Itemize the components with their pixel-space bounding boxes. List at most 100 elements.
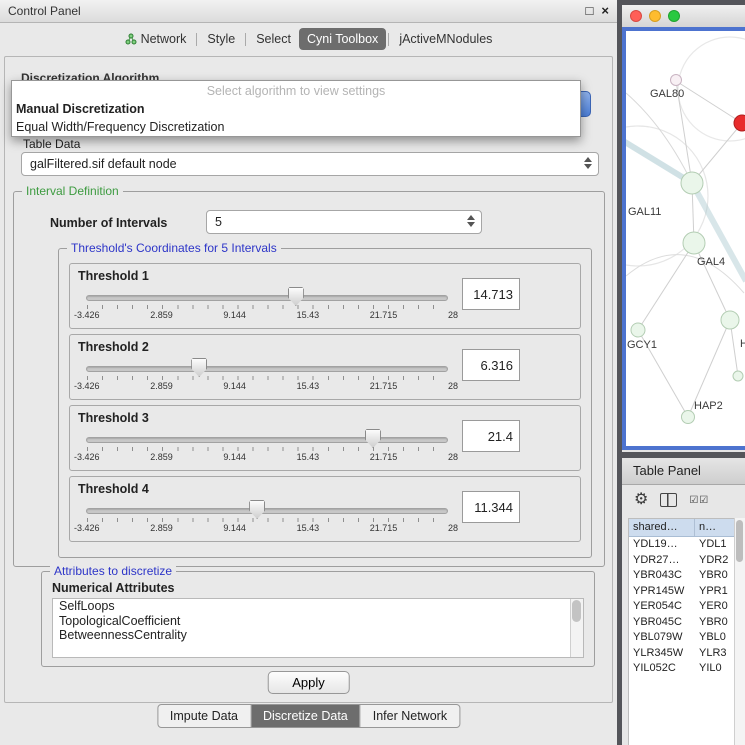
thresholds-group: Threshold's Coordinates for 5 Intervals … [58, 248, 592, 558]
node-label-gal4: GAL4 [697, 256, 725, 268]
table-panel-toolbar: ⚙ ☑☑ [622, 485, 745, 515]
node-unlabeled[interactable] [733, 371, 743, 381]
attributes-group-title: Attributes to discretize [50, 564, 176, 578]
scrollbar-thumb[interactable] [736, 520, 743, 562]
tick-label: 21.715 [370, 523, 398, 533]
cell-name: YIL0 [695, 661, 734, 677]
slider-track[interactable] [86, 437, 448, 443]
threshold-3-value-field[interactable]: 21.4 [462, 420, 520, 452]
close-traffic-light[interactable] [630, 10, 642, 22]
select-columns-icon[interactable]: ☑☑ [689, 495, 709, 506]
cell-shared-name: YLR345W [629, 646, 695, 662]
tab-select-label: Select [256, 32, 291, 46]
node-gal11[interactable] [681, 172, 703, 194]
node-table[interactable]: shared… n… YDL19… YDL1 YDR27… YDR2 YBR04… [628, 518, 735, 745]
table-row[interactable]: YBR043C YBR0 [629, 568, 734, 584]
slider-thumb[interactable] [249, 500, 265, 519]
threshold-2-value-field[interactable]: 6.316 [462, 349, 520, 381]
slider-track[interactable] [86, 295, 448, 301]
column-header-shared-name[interactable]: shared… [629, 519, 695, 536]
cell-name: YDL1 [695, 537, 734, 553]
number-of-intervals-value: 5 [215, 215, 222, 229]
network-canvas[interactable]: GAL80 GAL11 GAL4 GCY1 HAP2 H [622, 27, 745, 450]
zoom-traffic-light[interactable] [668, 10, 680, 22]
float-window-icon[interactable]: □ [586, 0, 594, 22]
minimize-traffic-light[interactable] [649, 10, 661, 22]
table-row[interactable]: YBR045C YBR0 [629, 615, 734, 631]
cell-name: YPR1 [695, 584, 734, 600]
table-row[interactable]: YDR27… YDR2 [629, 553, 734, 569]
slider-track[interactable] [86, 366, 448, 372]
tab-jactivemnodules[interactable]: jActiveMNodules [391, 28, 500, 50]
table-row[interactable]: YER054C YER0 [629, 599, 734, 615]
cell-shared-name: YER054C [629, 599, 695, 615]
list-item[interactable]: TopologicalCoefficient [53, 614, 583, 629]
columns-icon[interactable] [660, 493, 677, 507]
table-row[interactable]: YLR345W YLR3 [629, 646, 734, 662]
table-row[interactable]: YBL079W YBL0 [629, 630, 734, 646]
node-h[interactable] [721, 311, 739, 329]
scrollbar-thumb[interactable] [572, 600, 581, 622]
tick-label: 2.859 [150, 523, 173, 533]
threshold-4-slider[interactable]: -3.426 2.859 9.144 15.43 21.715 28 [86, 500, 448, 538]
tab-discretize-data[interactable]: Discretize Data [251, 705, 361, 727]
node-gal4[interactable] [683, 232, 705, 254]
slider-ticks [87, 305, 448, 309]
threshold-4-value-field[interactable]: 11.344 [462, 491, 520, 523]
tick-label: 21.715 [370, 381, 398, 391]
threshold-1-value-field[interactable]: 14.713 [462, 278, 520, 310]
network-window-titlebar[interactable] [622, 5, 745, 28]
node-selected-red[interactable] [734, 115, 745, 131]
cyni-toolbox-panel: Discretization Algorithm Select algorith… [4, 56, 613, 703]
cell-name: YBR0 [695, 568, 734, 584]
tick-label: 2.859 [150, 310, 173, 320]
list-item[interactable]: SelfLoops [53, 599, 583, 614]
threshold-2-slider[interactable]: -3.426 2.859 9.144 15.43 21.715 28 [86, 358, 448, 396]
table-data-combobox[interactable]: galFiltered.sif default node [21, 152, 599, 176]
tab-impute-data[interactable]: Impute Data [158, 705, 251, 727]
slider-thumb[interactable] [288, 287, 304, 306]
node-gcy1[interactable] [631, 323, 645, 337]
apply-button[interactable]: Apply [267, 671, 350, 694]
numerical-attributes-list[interactable]: SelfLoops TopologicalCoefficient Between… [52, 598, 584, 658]
threshold-1-label: Threshold 1 [78, 269, 149, 283]
tab-network[interactable]: Network [117, 28, 195, 50]
algorithm-placeholder-option[interactable]: Select algorithm to view settings [12, 81, 580, 100]
tab-select[interactable]: Select [248, 28, 299, 50]
slider-track[interactable] [86, 508, 448, 514]
table-data-label: Table Data [23, 137, 80, 151]
cell-name: YDR2 [695, 553, 734, 569]
table-scrollbar[interactable] [734, 518, 745, 745]
tick-label: 9.144 [223, 452, 246, 462]
list-scrollbar[interactable] [570, 599, 583, 657]
tab-cyni-toolbox[interactable]: Cyni Toolbox [299, 28, 386, 50]
node-gal80[interactable] [671, 75, 682, 86]
slider-thumb[interactable] [365, 429, 381, 448]
attributes-group: Attributes to discretize Numerical Attri… [41, 571, 595, 667]
tab-style[interactable]: Style [199, 28, 243, 50]
close-icon[interactable]: × [601, 0, 609, 22]
slider-thumb[interactable] [191, 358, 207, 377]
number-of-intervals-combobox[interactable]: 5 [206, 210, 482, 234]
threshold-1-slider[interactable]: -3.426 2.859 9.144 15.43 21.715 28 [86, 287, 448, 325]
table-panel-title: Table Panel [622, 458, 745, 484]
tick-label: 9.144 [223, 523, 246, 533]
column-header-name[interactable]: n… [695, 519, 734, 536]
table-row[interactable]: YPR145W YPR1 [629, 584, 734, 600]
threshold-panel-4: Threshold 4 -3.426 2.859 9.144 15.43 21.… [69, 476, 581, 542]
control-panel-titlebar[interactable]: Control Panel □ × [0, 0, 617, 23]
tab-infer-network[interactable]: Infer Network [361, 705, 459, 727]
tab-style-label: Style [207, 32, 235, 46]
node-hap2[interactable] [682, 411, 695, 424]
node-label-gal80: GAL80 [650, 88, 684, 100]
algorithm-option-equal-width[interactable]: Equal Width/Frequency Discretization [12, 118, 580, 136]
threshold-3-slider[interactable]: -3.426 2.859 9.144 15.43 21.715 28 [86, 429, 448, 467]
gear-icon[interactable]: ⚙ [634, 492, 648, 508]
list-item[interactable]: BetweennessCentrality [53, 628, 583, 643]
table-row[interactable]: YDL19… YDL1 [629, 537, 734, 553]
table-panel-titlebar[interactable]: Table Panel [622, 458, 745, 485]
table-row[interactable]: YIL052C YIL0 [629, 661, 734, 677]
cell-shared-name: YDR27… [629, 553, 695, 569]
algorithm-option-manual[interactable]: Manual Discretization [12, 100, 580, 118]
tick-label: 28 [448, 452, 458, 462]
